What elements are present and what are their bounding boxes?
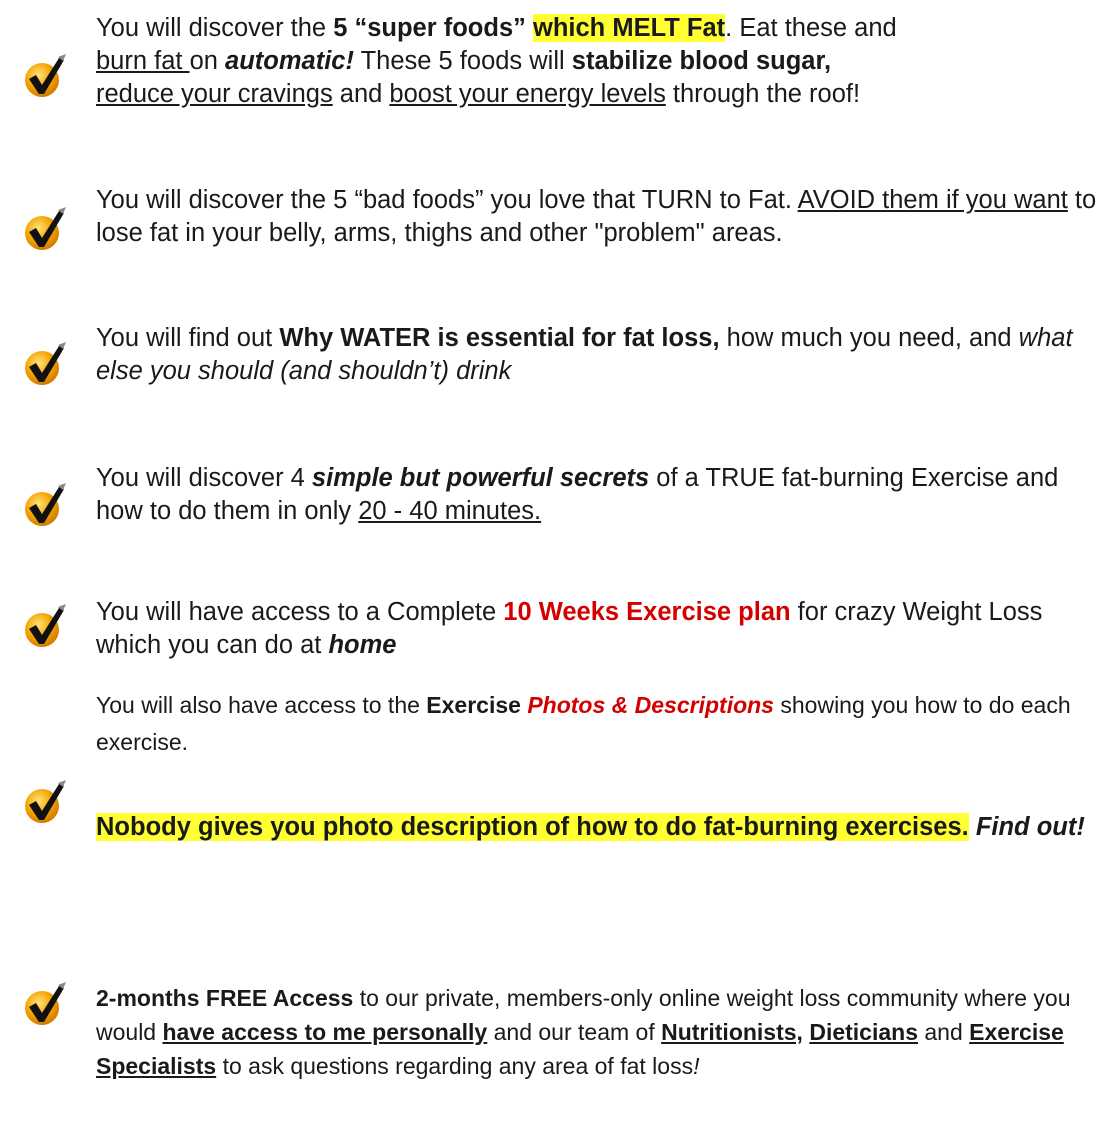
check-mark-icon bbox=[22, 780, 68, 826]
benefit-item-water: You will find out Why WATER is essential… bbox=[96, 324, 1073, 385]
benefit-item-bad-foods: You will discover the 5 “bad foods” you … bbox=[96, 186, 1097, 247]
highlighted-text: which MELT Fat bbox=[532, 14, 726, 42]
check-mark-icon bbox=[22, 342, 68, 388]
check-mark-icon bbox=[22, 604, 68, 650]
benefit-item-exercise-plan: You will have access to a Complete 10 We… bbox=[96, 598, 1043, 659]
check-mark-icon bbox=[22, 54, 68, 100]
check-mark-icon bbox=[22, 982, 68, 1028]
highlight-callout: Nobody gives you photo description of ho… bbox=[96, 813, 1085, 841]
benefit-item-super-foods: You will discover the 5 “super foods” wh… bbox=[96, 14, 897, 108]
benefit-item-photos: You will also have access to the Exercis… bbox=[96, 692, 1071, 755]
check-mark-icon bbox=[22, 483, 68, 529]
benefit-item-secrets: You will discover 4 simple but powerful … bbox=[96, 464, 1059, 525]
check-mark-icon bbox=[22, 207, 68, 253]
benefit-item-community: 2-months FREE Access to our private, mem… bbox=[96, 985, 1071, 1079]
